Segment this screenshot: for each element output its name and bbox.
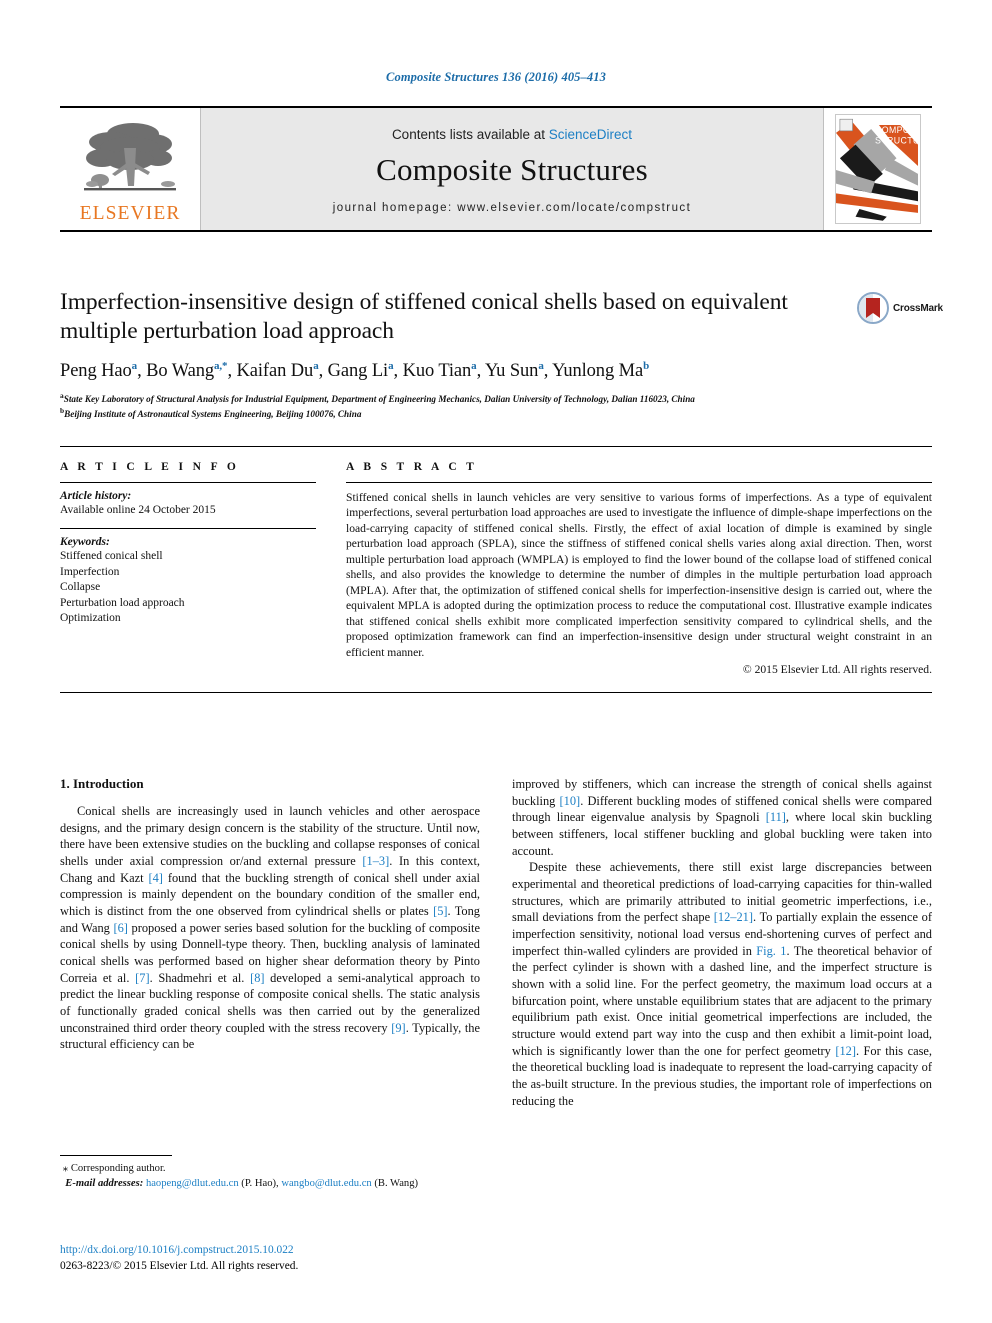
article-body: 1. Introduction Conical shells are incre… xyxy=(60,776,932,1268)
keyword-item: Stiffened conical shell xyxy=(60,550,163,563)
corresponding-author-footnote: ⁎ Corresponding author. E-mail addresses… xyxy=(60,1155,480,1191)
asterisk-icon: ⁎ xyxy=(62,1162,69,1174)
author-name: Bo Wang xyxy=(146,360,214,381)
crossmark-label: CrossMark xyxy=(893,302,943,314)
author-name: Kaifan Du xyxy=(236,360,314,381)
keyword-item: Optimization xyxy=(60,612,121,625)
abstract-copyright: © 2015 Elsevier Ltd. All rights reserved… xyxy=(742,663,932,677)
article-history-label: Article history: xyxy=(60,490,132,502)
email-link[interactable]: wangbo@dlut.edu.cn xyxy=(281,1178,371,1189)
section-heading-introduction: 1. Introduction xyxy=(60,776,144,791)
affiliation-list: aState Key Laboratory of Structural Anal… xyxy=(60,391,850,421)
keyword-item: Perturbation load approach xyxy=(60,596,185,609)
article-history-value: Available online 24 October 2015 xyxy=(60,504,216,516)
affiliation-line: aState Key Laboratory of Structural Anal… xyxy=(60,391,850,406)
journal-homepage-url[interactable]: journal homepage: www.elsevier.com/locat… xyxy=(333,202,692,214)
author-affiliation-marker: a xyxy=(471,359,477,372)
cover-title-line1: COMPOSITE xyxy=(875,125,918,135)
body-column-right: improved by stiffeners, which can increa… xyxy=(512,776,932,1268)
author-affiliation-marker: a xyxy=(131,359,138,372)
author-name: Yunlong Ma xyxy=(552,360,644,381)
article-title-block: Imperfection-insensitive design of stiff… xyxy=(60,288,850,420)
article-info-column: A R T I C L E I N F O Article history: A… xyxy=(60,461,342,676)
abstract-heading: A B S T R A C T xyxy=(346,461,478,473)
footnote-emails: E-mail addresses: haopeng@dlut.edu.cn (P… xyxy=(60,1177,419,1189)
footnote-corresponding: ⁎ Corresponding author. xyxy=(60,1161,480,1177)
intro-paragraph-right-2: Despite these achievements, there still … xyxy=(512,860,932,1108)
crossmark-badge[interactable]: CrossMark xyxy=(857,289,943,327)
corresponding-text: Corresponding author. xyxy=(70,1163,166,1174)
email-link[interactable]: haopeng@dlut.edu.cn xyxy=(146,1178,239,1189)
sciencedirect-link[interactable]: ScienceDirect xyxy=(549,127,632,142)
keywords-list: Stiffened conical shell Imperfection Colla… xyxy=(60,549,316,626)
journal-article-page: Composite Structures 136 (2016) 405–413 xyxy=(0,0,992,1323)
doi-footer: http://dx.doi.org/10.1016/j.compstruct.2… xyxy=(60,1243,510,1274)
info-abstract-band: A R T I C L E I N F O Article history: A… xyxy=(60,446,932,694)
author-affiliation-marker: a,* xyxy=(214,359,228,372)
abstract-text: Stiffened conical shells in launch vehic… xyxy=(346,491,932,659)
author-affiliation-marker: a xyxy=(538,359,544,372)
author-list: Peng Haoa, Bo Wanga,*, Kaifan Dua, Gang … xyxy=(60,359,650,381)
affiliation-line: bBeijing Institute of Astronautical Syst… xyxy=(60,406,850,421)
keyword-item: Imperfection xyxy=(60,565,120,578)
email-addresses-label: E-mail addresses: xyxy=(60,1177,146,1189)
journal-cover-container: COMPOSITE STRUCTURES xyxy=(824,108,932,230)
journal-title: Composite Structures xyxy=(376,151,648,187)
journal-masthead: ELSEVIER Contents lists available at Sci… xyxy=(60,106,932,232)
elsevier-tree-icon xyxy=(78,118,182,202)
elsevier-wordmark: ELSEVIER xyxy=(79,202,181,224)
affiliation-text: Beijing Institute of Astronautical Syste… xyxy=(64,408,362,419)
elsevier-logo: ELSEVIER xyxy=(60,108,200,230)
author-affiliation-marker: a xyxy=(388,359,394,372)
divider xyxy=(60,482,316,483)
email-person: (P. Hao) xyxy=(238,1177,277,1189)
crossmark-icon xyxy=(857,292,889,324)
keyword-item: Collapse xyxy=(60,581,101,594)
email-person: (B. Wang) xyxy=(371,1177,419,1189)
intro-paragraph-left: Conical shells are increasingly used in … xyxy=(60,804,481,1052)
divider xyxy=(346,482,932,483)
article-info-heading: A R T I C L E I N F O xyxy=(60,461,240,473)
masthead-center: Contents lists available at ScienceDirec… xyxy=(200,108,824,230)
page-title: Imperfection-insensitive design of stiff… xyxy=(60,289,788,344)
intro-paragraph-right-1: improved by stiffeners, which can increa… xyxy=(512,777,932,858)
issn-copyright-line: 0263-8223/© 2015 Elsevier Ltd. All right… xyxy=(60,1259,299,1272)
cover-title-line2: STRUCTURES xyxy=(875,136,918,146)
author-name: Yu Sun xyxy=(484,360,539,381)
keywords-label: Keywords: xyxy=(60,536,110,549)
contents-available-line: Contents lists available at ScienceDirec… xyxy=(392,127,632,142)
doi-link[interactable]: http://dx.doi.org/10.1016/j.compstruct.2… xyxy=(60,1243,510,1259)
footnote-divider xyxy=(60,1155,172,1156)
journal-cover-thumbnail: COMPOSITE STRUCTURES xyxy=(835,114,921,224)
author-name: Peng Hao xyxy=(60,360,132,381)
divider xyxy=(60,528,316,530)
abstract-column: A B S T R A C T Stiffened conical shells… xyxy=(342,461,932,676)
running-head: Composite Structures 136 (2016) 405–413 xyxy=(386,70,606,84)
author-affiliation-marker: a xyxy=(313,359,319,372)
author-affiliation-marker: b xyxy=(643,359,650,372)
affiliation-text: State Key Laboratory of Structural Analy… xyxy=(63,394,695,404)
author-name: Kuo Tian xyxy=(402,360,472,381)
author-name: Gang Li xyxy=(327,360,389,381)
contents-prefix: Contents lists available at xyxy=(391,126,549,142)
body-column-left: 1. Introduction Conical shells are incre… xyxy=(60,776,480,1268)
